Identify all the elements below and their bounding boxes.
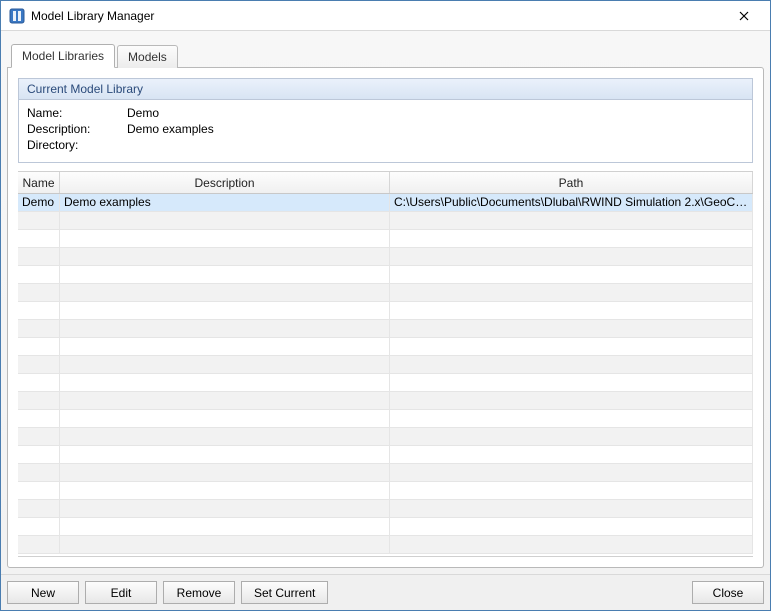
table-row[interactable] bbox=[18, 248, 753, 266]
column-header-path[interactable]: Path bbox=[390, 172, 753, 193]
table-row[interactable] bbox=[18, 338, 753, 356]
table-row[interactable] bbox=[18, 320, 753, 338]
label-description: Description: bbox=[27, 122, 127, 136]
tab-model-libraries[interactable]: Model Libraries bbox=[11, 44, 115, 68]
table-row[interactable] bbox=[18, 356, 753, 374]
close-icon[interactable] bbox=[724, 2, 764, 30]
cell-path: C:\Users\Public\Documents\Dlubal\RWIND S… bbox=[390, 194, 753, 212]
table-row[interactable] bbox=[18, 446, 753, 464]
table-row[interactable] bbox=[18, 266, 753, 284]
grid-header: Name Description Path bbox=[18, 172, 753, 194]
current-library-group: Current Model Library Name: Demo Descrip… bbox=[18, 78, 753, 163]
table-row[interactable] bbox=[18, 482, 753, 500]
titlebar: Model Library Manager bbox=[1, 1, 770, 31]
set-current-button[interactable]: Set Current bbox=[241, 581, 328, 604]
remove-button[interactable]: Remove bbox=[163, 581, 235, 604]
app-icon bbox=[9, 8, 25, 24]
edit-button[interactable]: Edit bbox=[85, 581, 157, 604]
value-description: Demo examples bbox=[127, 122, 214, 136]
table-row[interactable] bbox=[18, 518, 753, 536]
cell-description: Demo examples bbox=[60, 194, 390, 212]
window-title: Model Library Manager bbox=[31, 9, 724, 23]
table-row[interactable] bbox=[18, 536, 753, 554]
table-row[interactable] bbox=[18, 212, 753, 230]
dialog-window: Model Library Manager Model Libraries Mo… bbox=[0, 0, 771, 611]
current-library-heading: Current Model Library bbox=[19, 79, 752, 100]
column-header-description[interactable]: Description bbox=[60, 172, 390, 193]
cell-name: Demo bbox=[18, 194, 60, 212]
table-row[interactable] bbox=[18, 374, 753, 392]
grid-body[interactable]: DemoDemo examplesC:\Users\Public\Documen… bbox=[18, 194, 753, 556]
label-directory: Directory: bbox=[27, 138, 127, 152]
table-row[interactable] bbox=[18, 500, 753, 518]
value-name: Demo bbox=[127, 106, 159, 120]
table-row[interactable] bbox=[18, 464, 753, 482]
tabstrip: Model Libraries Models bbox=[7, 43, 764, 67]
new-button[interactable]: New bbox=[7, 581, 79, 604]
table-row[interactable] bbox=[18, 284, 753, 302]
column-header-name[interactable]: Name bbox=[18, 172, 60, 193]
table-row[interactable]: DemoDemo examplesC:\Users\Public\Documen… bbox=[18, 194, 753, 212]
libraries-grid: Name Description Path DemoDemo examplesC… bbox=[18, 171, 753, 557]
table-row[interactable] bbox=[18, 302, 753, 320]
dialog-body: Model Libraries Models Current Model Lib… bbox=[1, 31, 770, 574]
table-row[interactable] bbox=[18, 428, 753, 446]
table-row[interactable] bbox=[18, 392, 753, 410]
tab-panel-model-libraries: Current Model Library Name: Demo Descrip… bbox=[7, 67, 764, 568]
close-button[interactable]: Close bbox=[692, 581, 764, 604]
table-row[interactable] bbox=[18, 230, 753, 248]
button-row: New Edit Remove Set Current Close bbox=[1, 574, 770, 610]
tab-models[interactable]: Models bbox=[117, 45, 178, 68]
label-name: Name: bbox=[27, 106, 127, 120]
table-row[interactable] bbox=[18, 410, 753, 428]
